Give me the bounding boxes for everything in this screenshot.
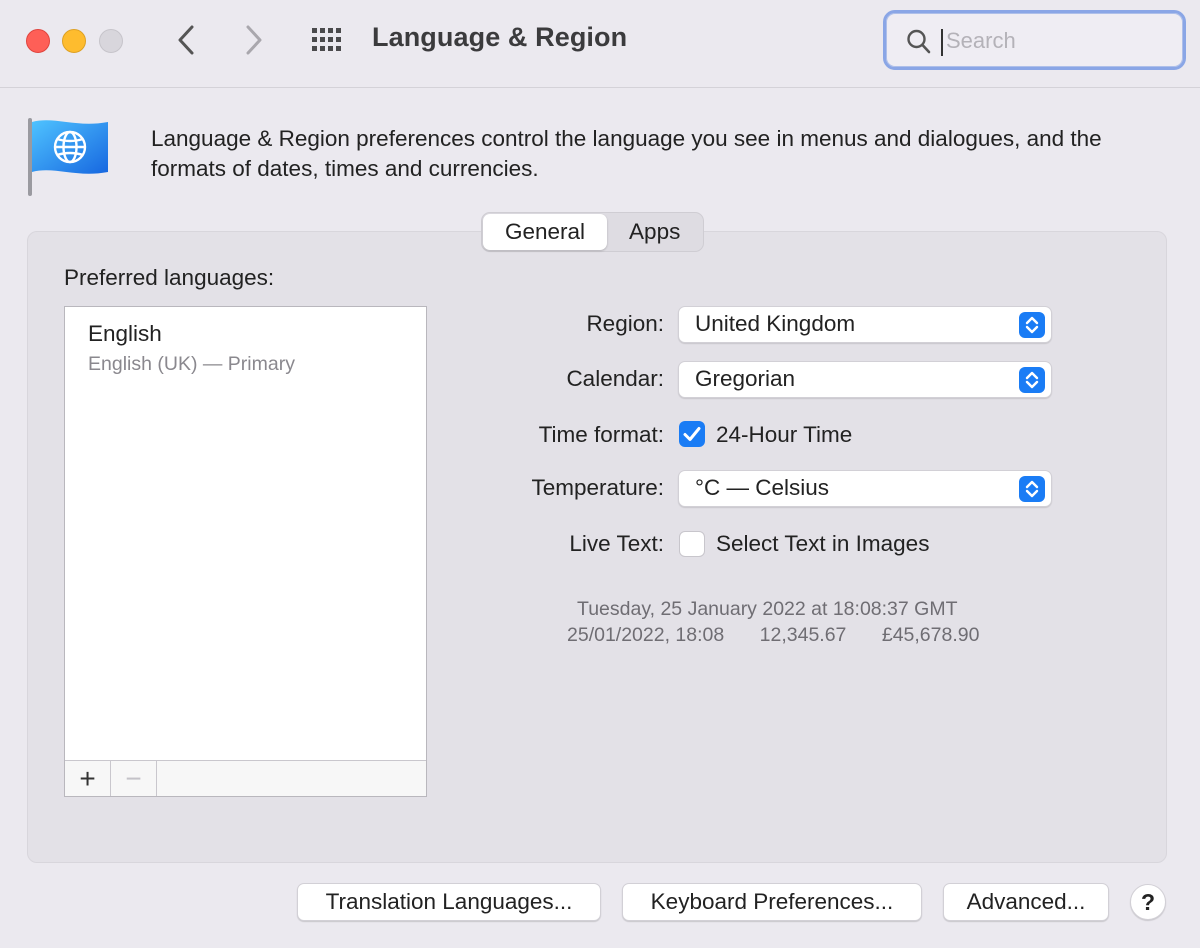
add-language-button[interactable]: + — [65, 761, 111, 796]
updown-chevron-icon — [1019, 476, 1045, 502]
language-item-detail: English (UK) — Primary — [88, 353, 295, 375]
sample-formats: 25/01/2022, 18:08 12,345.67 £45,678.90 — [567, 624, 979, 647]
window-title: Language & Region — [372, 22, 628, 52]
region-label: Region: — [586, 311, 664, 336]
sample-currency: £45,678.90 — [881, 624, 980, 646]
text-caret — [941, 29, 943, 56]
checkmark-icon — [683, 427, 701, 441]
24-hour-time-label[interactable]: 24-Hour Time — [716, 422, 852, 448]
translation-languages-button[interactable]: Translation Languages... — [297, 883, 601, 921]
sample-number: 12,345.67 — [759, 624, 847, 646]
pane-description: Language & Region preferences control th… — [151, 126, 1102, 181]
temperature-label: Temperature: — [531, 475, 664, 500]
forward-button[interactable] — [236, 20, 272, 60]
search-icon — [907, 29, 931, 54]
calendar-popup[interactable]: Gregorian — [678, 361, 1052, 398]
tab-general[interactable]: General — [483, 214, 608, 250]
back-button[interactable] — [168, 20, 204, 60]
show-all-grid-button[interactable] — [308, 24, 348, 56]
select-text-in-images-label[interactable]: Select Text in Images — [716, 531, 929, 557]
keyboard-preferences-button[interactable]: Keyboard Preferences... — [622, 883, 922, 921]
search-input[interactable] — [944, 25, 1174, 57]
updown-chevron-icon — [1019, 367, 1045, 393]
tab-bar: General Apps — [481, 212, 705, 252]
updown-chevron-icon — [1019, 312, 1045, 338]
zoom-window-button[interactable] — [99, 29, 123, 53]
live-text-label: Live Text: — [569, 531, 664, 556]
preferred-languages-label: Preferred languages: — [64, 265, 275, 290]
24-hour-time-checkbox[interactable] — [679, 421, 705, 447]
remove-language-button[interactable]: − — [111, 761, 157, 796]
list-controls: + − — [65, 760, 426, 796]
tab-apps[interactable]: Apps — [607, 214, 702, 250]
temperature-popup[interactable]: °C — Celsius — [678, 470, 1052, 507]
close-window-button[interactable] — [26, 29, 50, 53]
preferred-languages-list[interactable]: English English (UK) — Primary + − — [64, 306, 427, 797]
sample-date-long: Tuesday, 25 January 2022 at 18:08:37 GMT — [577, 598, 958, 620]
advanced-button[interactable]: Advanced... — [943, 883, 1109, 921]
select-text-in-images-checkbox[interactable] — [679, 531, 705, 557]
globe-flag-icon — [26, 116, 116, 203]
language-item-name[interactable]: English — [88, 321, 162, 347]
title-bar: Language & Region — [0, 0, 1200, 88]
calendar-label: Calendar: — [566, 366, 664, 391]
time-format-label: Time format: — [538, 422, 664, 447]
sample-date-short: 25/01/2022, 18:08 — [567, 624, 725, 646]
grid-icon — [312, 28, 341, 51]
help-button[interactable]: ? — [1130, 884, 1166, 920]
search-field[interactable] — [883, 10, 1186, 70]
region-popup[interactable]: United Kingdom — [678, 306, 1052, 343]
temperature-value: °C — Celsius — [695, 475, 830, 500]
region-value: United Kingdom — [695, 311, 856, 336]
calendar-value: Gregorian — [695, 366, 796, 391]
chevron-left-icon — [178, 25, 194, 55]
minimize-window-button[interactable] — [62, 29, 86, 53]
chevron-right-icon — [246, 25, 262, 55]
